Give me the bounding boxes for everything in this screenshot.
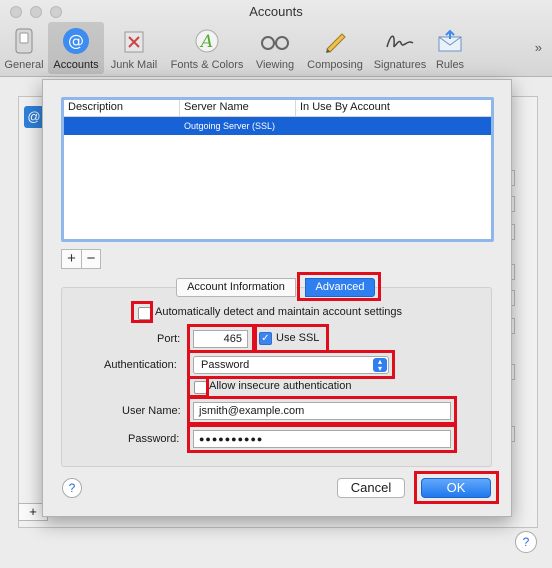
window-titlebar: Accounts General @ Accounts Junk Mail A … <box>0 0 552 77</box>
pencil-icon <box>320 26 350 56</box>
toolbar-overflow-chevron-icon[interactable]: » <box>535 40 542 55</box>
junk-trash-icon <box>119 26 149 56</box>
glasses-icon <box>260 26 290 56</box>
background-help-button[interactable]: ? <box>515 531 537 553</box>
remove-server-button[interactable]: − <box>81 250 100 268</box>
svg-text:A: A <box>199 32 213 52</box>
server-name-cell: Outgoing Server (SSL) <box>184 121 276 131</box>
toolbar-signatures[interactable]: Signatures <box>370 22 430 74</box>
cancel-button[interactable]: Cancel <box>337 478 405 498</box>
preferences-toolbar: General @ Accounts Junk Mail A Fonts & C… <box>0 22 470 76</box>
highlight-authentication <box>187 350 395 379</box>
highlight-allow-insecure <box>187 376 209 398</box>
toolbar-rules[interactable]: Rules <box>430 22 470 74</box>
rules-envelope-icon <box>435 26 465 56</box>
add-server-button[interactable]: + <box>62 250 81 268</box>
toolbar-fonts-colors[interactable]: A Fonts & Colors <box>164 22 250 74</box>
tab-account-information[interactable]: Account Information <box>176 278 296 297</box>
toolbar-composing[interactable]: Composing <box>300 22 370 74</box>
window-title: Accounts <box>249 4 303 19</box>
column-server-name[interactable]: Server Name <box>180 100 296 116</box>
highlight-password <box>187 424 457 453</box>
highlight-ok <box>414 471 499 504</box>
column-description[interactable]: Description <box>64 100 180 116</box>
allow-insecure-label: Allow insecure authentication <box>209 380 352 392</box>
highlight-advanced-tab <box>297 272 381 301</box>
toolbar-viewing[interactable]: Viewing <box>250 22 300 74</box>
svg-text:@: @ <box>68 31 84 50</box>
authentication-label: Authentication: <box>104 359 177 371</box>
server-list[interactable]: Description Server Name In Use By Accoun… <box>61 97 494 242</box>
username-label: User Name: <box>122 405 181 417</box>
auto-detect-label: Automatically detect and maintain accoun… <box>155 306 403 318</box>
server-list-controls: + − <box>61 249 101 269</box>
fonts-colors-icon: A <box>192 26 222 56</box>
port-label: Port: <box>157 333 181 345</box>
signature-icon <box>385 26 415 56</box>
column-in-use[interactable]: In Use By Account <box>296 100 491 116</box>
highlight-use-ssl <box>254 324 329 353</box>
highlight-port <box>187 324 255 353</box>
server-settings-sheet: Description Server Name In Use By Accoun… <box>42 79 512 517</box>
general-switch-icon <box>9 26 39 56</box>
server-list-header: Description Server Name In Use By Accoun… <box>64 100 491 117</box>
sheet-help-button[interactable]: ? <box>62 478 82 498</box>
toolbar-junk-mail[interactable]: Junk Mail <box>104 22 164 74</box>
at-sign-icon: @ <box>61 26 91 56</box>
account-at-icon[interactable]: @ <box>24 106 44 128</box>
toolbar-accounts[interactable]: @ Accounts <box>48 22 104 74</box>
password-label: Password: <box>128 433 180 445</box>
toolbar-general[interactable]: General <box>0 22 48 74</box>
highlight-username <box>187 396 457 425</box>
highlight-auto-detect <box>131 301 153 323</box>
server-row-selected[interactable]: Outgoing Server (SSL) <box>64 117 491 135</box>
